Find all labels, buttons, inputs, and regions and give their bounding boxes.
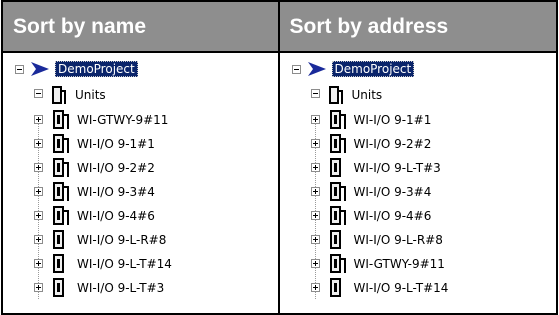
expand-toggle-icon[interactable] [310,283,320,292]
device-wide-icon [53,158,69,177]
tree-unit-node[interactable]: WI-GTWY-9#11 [280,252,557,276]
comparison-table: Sort by name DemoProject Units WI-GTWY-9#1… [1,0,558,315]
tree-unit-node[interactable]: WI-I/O 9-1#1 [280,108,557,132]
unit-label[interactable]: WI-I/O 9-L-T#3 [77,280,164,296]
device-narrow-icon [329,278,341,297]
unit-label[interactable]: WI-GTWY-9#11 [77,112,168,128]
device-wide-icon [53,206,69,225]
expand-toggle-icon[interactable] [310,139,320,148]
unit-label[interactable]: WI-I/O 9-L-R#8 [354,232,443,248]
collapse-toggle-icon[interactable] [15,65,24,74]
device-wide-icon [53,110,69,129]
tree-unit-node[interactable]: WI-I/O 9-2#2 [280,132,557,156]
project-label[interactable]: DemoProject [331,61,415,77]
tree-unit-node[interactable]: WI-GTWY-9#11 [3,108,278,132]
expand-toggle-icon[interactable] [310,235,320,244]
units-folder-icon [52,86,66,104]
project-tree[interactable]: DemoProject Units WI-I/O 9-1#1 WI-I/O 9-2#2… [280,53,557,300]
tree-folder-node[interactable]: Units [280,84,557,108]
device-wide-icon [329,206,346,225]
device-narrow-icon [53,254,64,273]
tree-root-node[interactable]: DemoProject [3,60,278,84]
unit-label[interactable]: WI-I/O 9-L-R#8 [77,232,166,248]
unit-label[interactable]: WI-I/O 9-4#6 [77,208,155,224]
expand-toggle-icon[interactable] [34,163,43,172]
expand-toggle-icon[interactable] [310,163,320,172]
device-narrow-icon [53,230,64,249]
expand-toggle-icon[interactable] [34,259,43,268]
device-narrow-icon [329,230,341,249]
tree-unit-node[interactable]: WI-I/O 9-L-T#14 [280,276,557,300]
tree-unit-node[interactable]: WI-I/O 9-3#4 [280,180,557,204]
project-arrow-icon [31,62,49,76]
expand-toggle-icon[interactable] [310,187,320,196]
tree-unit-node[interactable]: WI-I/O 9-4#6 [3,204,278,228]
folder-label: Units [75,88,106,102]
project-label[interactable]: DemoProject [55,61,138,77]
tree-unit-node[interactable]: WI-I/O 9-4#6 [280,204,557,228]
device-wide-icon [53,182,69,201]
tree-root-node[interactable]: DemoProject [280,60,557,84]
device-wide-icon [329,182,346,201]
device-narrow-icon [53,278,64,297]
unit-label[interactable]: WI-I/O 9-2#2 [77,160,155,176]
unit-label[interactable]: WI-I/O 9-4#6 [354,208,432,224]
device-narrow-icon [329,158,341,177]
tree-unit-node[interactable]: WI-I/O 9-1#1 [3,132,278,156]
unit-label[interactable]: WI-I/O 9-2#2 [354,136,432,152]
expand-toggle-icon[interactable] [34,139,43,148]
project-arrow-icon [307,62,326,76]
unit-label[interactable]: WI-GTWY-9#11 [354,256,445,272]
device-wide-icon [329,110,346,129]
expand-toggle-icon[interactable] [34,235,43,244]
unit-label[interactable]: WI-I/O 9-L-T#3 [354,160,441,176]
tree-unit-node[interactable]: WI-I/O 9-L-T#14 [3,252,278,276]
expand-toggle-icon[interactable] [310,115,320,124]
panel-header: Sort by address [279,2,556,53]
sort-by-name-panel: Sort by name DemoProject Units WI-GTWY-9#1… [3,2,280,313]
expand-toggle-icon[interactable] [310,211,320,220]
unit-label[interactable]: WI-I/O 9-1#1 [354,112,432,128]
units-folder-icon [328,86,343,104]
collapse-toggle-icon[interactable] [34,89,43,98]
tree-unit-node[interactable]: WI-I/O 9-L-T#3 [280,156,557,180]
project-tree[interactable]: DemoProject Units WI-GTWY-9#11 WI-I/O 9-1#1… [3,53,278,300]
expand-toggle-icon[interactable] [34,187,43,196]
collapse-toggle-icon[interactable] [291,65,301,74]
expand-toggle-icon[interactable] [310,259,320,268]
tree-unit-node[interactable]: WI-I/O 9-L-T#3 [3,276,278,300]
unit-label[interactable]: WI-I/O 9-L-T#14 [354,280,449,296]
expand-toggle-icon[interactable] [34,211,43,220]
tree-unit-node[interactable]: WI-I/O 9-2#2 [3,156,278,180]
device-wide-icon [53,134,69,153]
expand-toggle-icon[interactable] [34,115,43,124]
unit-label[interactable]: WI-I/O 9-1#1 [77,136,155,152]
unit-label[interactable]: WI-I/O 9-3#4 [354,184,432,200]
panel-header: Sort by name [3,2,278,53]
tree-folder-node[interactable]: Units [3,84,278,108]
tree-unit-node[interactable]: WI-I/O 9-3#4 [3,180,278,204]
unit-label[interactable]: WI-I/O 9-L-T#14 [77,256,172,272]
device-wide-icon [329,254,346,273]
unit-label[interactable]: WI-I/O 9-3#4 [77,184,155,200]
collapse-toggle-icon[interactable] [310,89,320,98]
tree-unit-node[interactable]: WI-I/O 9-L-R#8 [3,228,278,252]
tree-unit-node[interactable]: WI-I/O 9-L-R#8 [280,228,557,252]
device-wide-icon [329,134,346,153]
folder-label: Units [351,88,383,102]
expand-toggle-icon[interactable] [34,283,43,292]
sort-by-address-panel: Sort by address DemoProject Units WI-I/O 9… [279,2,557,313]
